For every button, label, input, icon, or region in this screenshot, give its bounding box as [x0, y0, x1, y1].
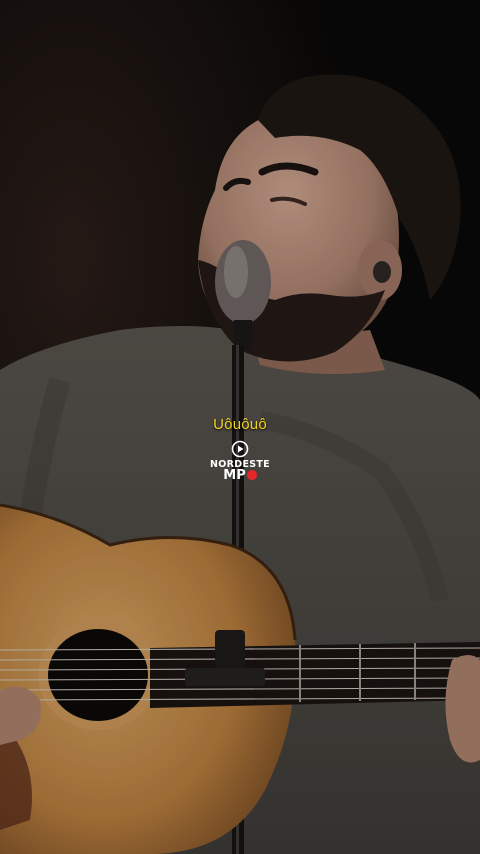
watermark-red-dot	[246, 470, 257, 480]
watermark-line2: MP	[203, 469, 277, 483]
watermark-mp-text: MP	[223, 468, 246, 483]
watermark-logo: NORDESTE MP	[203, 440, 277, 484]
play-circle-icon	[231, 440, 249, 458]
lyric-caption: Uôuôuô	[213, 416, 267, 433]
